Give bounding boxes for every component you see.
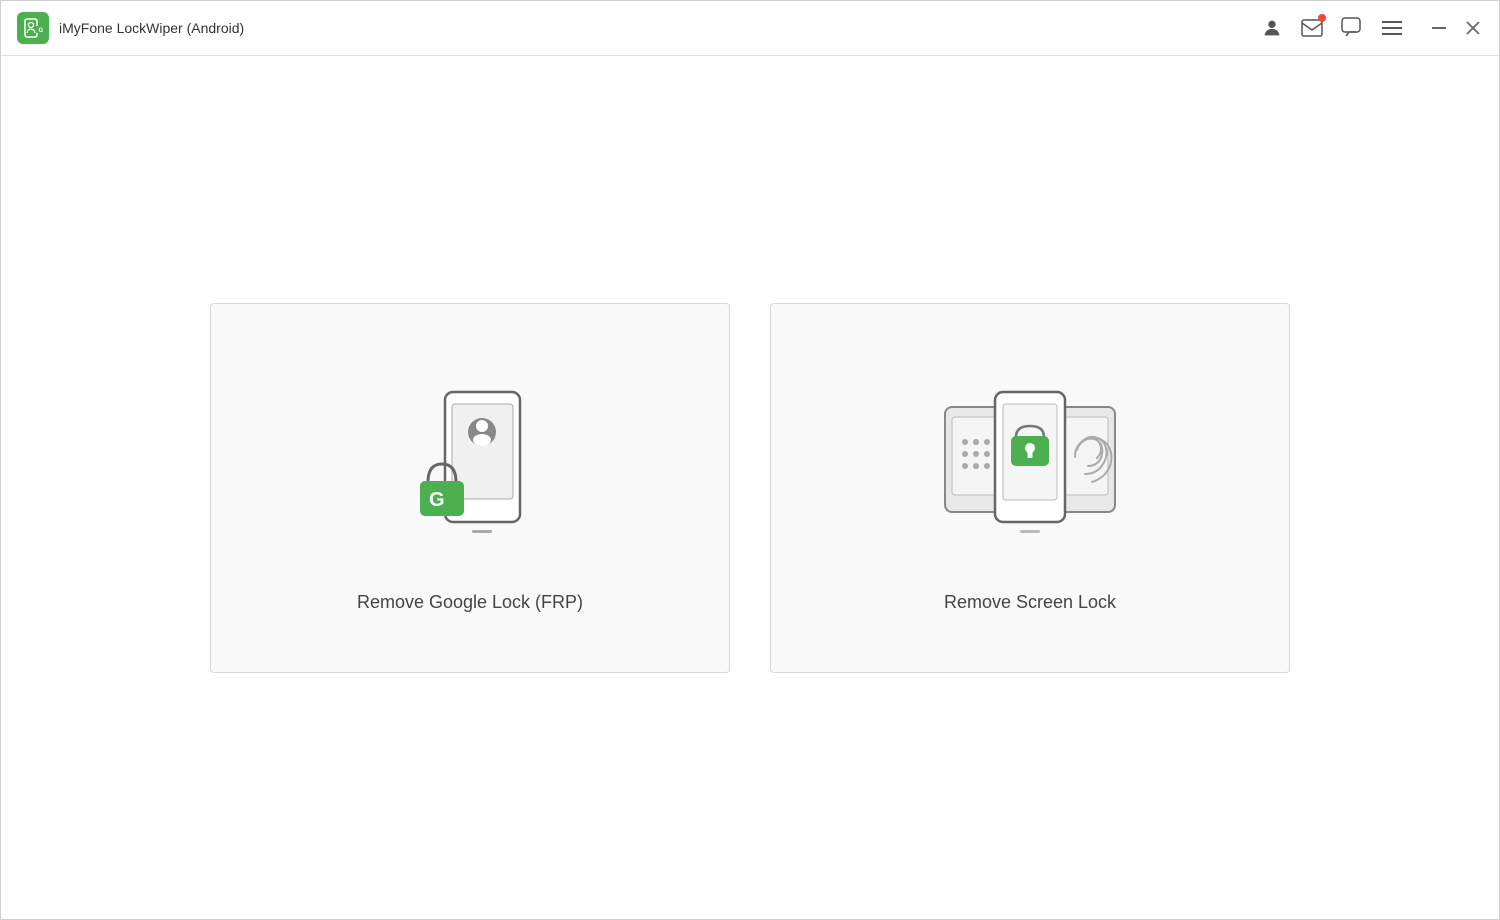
frp-icon-area: G xyxy=(370,362,570,562)
app-logo: G xyxy=(17,12,49,44)
frp-card[interactable]: G Remove Google Lock (FRP) xyxy=(210,303,730,673)
user-icon[interactable] xyxy=(1261,17,1283,39)
main-content: G Remove Google Lock (FRP) xyxy=(1,56,1499,919)
title-bar: G iMyFone LockWiper (Android) xyxy=(1,1,1499,56)
screen-lock-card[interactable]: Remove Screen Lock xyxy=(770,303,1290,673)
close-button[interactable] xyxy=(1463,18,1483,38)
title-bar-right xyxy=(1261,17,1483,39)
screen-lock-card-label: Remove Screen Lock xyxy=(944,592,1116,613)
app-window: G iMyFone LockWiper (Android) xyxy=(0,0,1500,920)
cards-container: G Remove Google Lock (FRP) xyxy=(210,303,1290,673)
chat-icon[interactable] xyxy=(1341,17,1363,39)
svg-text:G: G xyxy=(39,28,44,34)
mail-badge xyxy=(1318,14,1326,22)
app-title: iMyFone LockWiper (Android) xyxy=(59,20,244,36)
menu-icon[interactable] xyxy=(1381,17,1403,39)
frp-card-label: Remove Google Lock (FRP) xyxy=(357,592,583,613)
window-controls xyxy=(1429,18,1483,38)
screen-lock-icon-area xyxy=(930,362,1130,562)
mail-icon[interactable] xyxy=(1301,17,1323,39)
minimize-button[interactable] xyxy=(1429,18,1449,38)
svg-text:G: G xyxy=(429,489,445,511)
title-bar-left: G iMyFone LockWiper (Android) xyxy=(17,12,1261,44)
